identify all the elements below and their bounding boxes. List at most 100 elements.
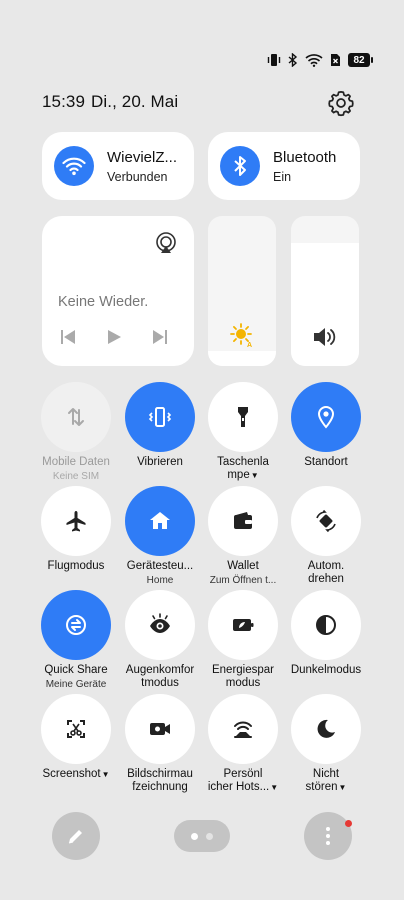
tile-screenshot[interactable] <box>41 694 111 764</box>
flashlight-icon <box>238 407 248 427</box>
bluetooth-toggle[interactable] <box>220 146 260 186</box>
battery-icon: 82 <box>348 53 373 67</box>
tile-eye[interactable] <box>125 590 195 660</box>
chevron-down-icon[interactable]: ▼ <box>251 471 259 480</box>
eye-icon <box>150 613 170 633</box>
tile-title: Dunkelmodus <box>290 664 362 676</box>
tile-subtitle: Zum Öffnen t... <box>209 575 277 586</box>
tile-title: Augenkomfor tmodus <box>125 664 195 689</box>
mobile-data-icon <box>68 408 84 426</box>
tile-location[interactable] <box>291 382 361 452</box>
tile-title: Mobile Daten <box>42 456 110 468</box>
brightness-slider[interactable]: A <box>208 216 276 366</box>
tile-title: Energiespar modus <box>211 664 274 689</box>
chevron-down-icon[interactable]: ▼ <box>102 770 110 779</box>
tile-quick-share[interactable] <box>41 590 111 660</box>
brightness-auto-icon: A <box>230 323 252 348</box>
chevron-down-icon[interactable]: ▼ <box>339 783 347 792</box>
status-bar: 82 <box>267 52 373 68</box>
skip-previous-icon[interactable] <box>60 329 76 345</box>
tile-dark-mode[interactable] <box>291 590 361 660</box>
home-icon <box>150 512 170 529</box>
hotspot-icon <box>234 721 252 738</box>
notification-dot <box>345 820 352 827</box>
tile-label-moon: Nicht stören▼ <box>282 768 370 794</box>
dark-mode-icon <box>316 615 336 635</box>
sim-blocked-icon <box>331 54 340 66</box>
tile-label-screenshot: Screenshot▼ <box>32 768 120 781</box>
audio-output-icon[interactable] <box>154 231 178 255</box>
media-player-card[interactable]: Keine Wieder. <box>42 216 194 366</box>
bluetooth-icon <box>234 156 246 176</box>
clock-time: 15:39 <box>42 92 86 111</box>
tile-label-home: Gerätesteu... Home <box>116 560 204 587</box>
moon-icon <box>317 719 335 738</box>
tile-airplane[interactable] <box>41 486 111 556</box>
bluetooth-card[interactable]: Bluetooth Ein <box>208 132 360 200</box>
media-title: Keine Wieder. <box>58 294 149 310</box>
page-indicator[interactable] <box>174 820 230 852</box>
tile-vibrate[interactable] <box>125 382 195 452</box>
tile-title: Quick Share <box>44 664 108 676</box>
tile-mobile-data[interactable] <box>41 382 111 452</box>
wifi-card[interactable]: WievielZ... Verbunden <box>42 132 194 200</box>
brightness-fill <box>208 351 276 366</box>
play-icon[interactable] <box>106 329 122 345</box>
bluetooth-status: Ein <box>273 169 292 184</box>
tile-moon[interactable] <box>291 694 361 764</box>
tile-title: Screenshot <box>42 768 101 780</box>
tile-label-location: Standort <box>282 456 370 469</box>
more-vertical-icon <box>326 827 330 845</box>
tile-screen-record[interactable] <box>125 694 195 764</box>
tile-subtitle: Keine SIM <box>52 471 100 482</box>
tile-title: Gerätesteu... <box>126 560 194 572</box>
location-icon <box>317 405 335 429</box>
screen-record-icon <box>150 723 170 735</box>
tile-label-battery-saver: Energiespar modus <box>199 664 287 690</box>
wifi-status: Verbunden <box>107 169 168 184</box>
page-dot <box>206 832 213 840</box>
tile-title: Taschenla mpe <box>217 456 269 481</box>
tile-battery-saver[interactable] <box>208 590 278 660</box>
gear-icon[interactable] <box>327 89 355 117</box>
tile-subtitle: Home <box>146 575 174 586</box>
wifi-icon <box>305 54 323 67</box>
tile-label-flashlight: Taschenla mpe▼ <box>199 456 287 482</box>
wifi-toggle[interactable] <box>54 146 94 186</box>
tile-flashlight[interactable] <box>208 382 278 452</box>
tile-label-hotspot: Persönl icher Hots...▼ <box>199 768 287 794</box>
tile-title: Vibrieren <box>137 456 183 468</box>
quick-share-icon <box>66 615 86 635</box>
tile-label-dark-mode: Dunkelmodus <box>282 664 370 677</box>
auto-rotate-icon <box>316 509 336 533</box>
volume-slider[interactable] <box>291 216 359 366</box>
more-button[interactable] <box>304 812 352 860</box>
tile-title: Autom. drehen <box>307 560 345 585</box>
tile-label-mobile-data: Mobile Daten Keine SIM <box>32 456 120 483</box>
volume-icon <box>314 328 336 346</box>
tile-wallet[interactable] <box>208 486 278 556</box>
bluetooth-icon <box>288 53 298 67</box>
tile-label-eye: Augenkomfor tmodus <box>116 664 204 690</box>
tile-label-screen-record: Bildschirmau fzeichnung <box>116 768 204 794</box>
page-dot-active <box>191 832 198 840</box>
chevron-down-icon[interactable]: ▼ <box>270 783 278 792</box>
screenshot-icon <box>67 720 85 738</box>
wallet-icon <box>234 512 252 529</box>
tile-label-wallet: Wallet Zum Öffnen t... <box>199 560 287 587</box>
tile-title: Persönl icher Hots... <box>207 768 270 793</box>
tile-hotspot[interactable] <box>208 694 278 764</box>
tile-title: Standort <box>304 456 348 468</box>
skip-next-icon[interactable] <box>152 329 168 345</box>
bluetooth-name: Bluetooth <box>273 148 337 166</box>
tile-title: Wallet <box>227 560 259 572</box>
pencil-icon <box>68 830 82 844</box>
tile-title: Nicht stören <box>305 768 340 793</box>
tile-label-vibrate: Vibrieren <box>116 456 204 469</box>
edit-button[interactable] <box>52 812 100 860</box>
tile-auto-rotate[interactable] <box>291 486 361 556</box>
tile-title: Flugmodus <box>47 560 105 572</box>
tile-home[interactable] <box>125 486 195 556</box>
svg-text:A: A <box>247 342 252 348</box>
airplane-icon <box>66 511 86 532</box>
